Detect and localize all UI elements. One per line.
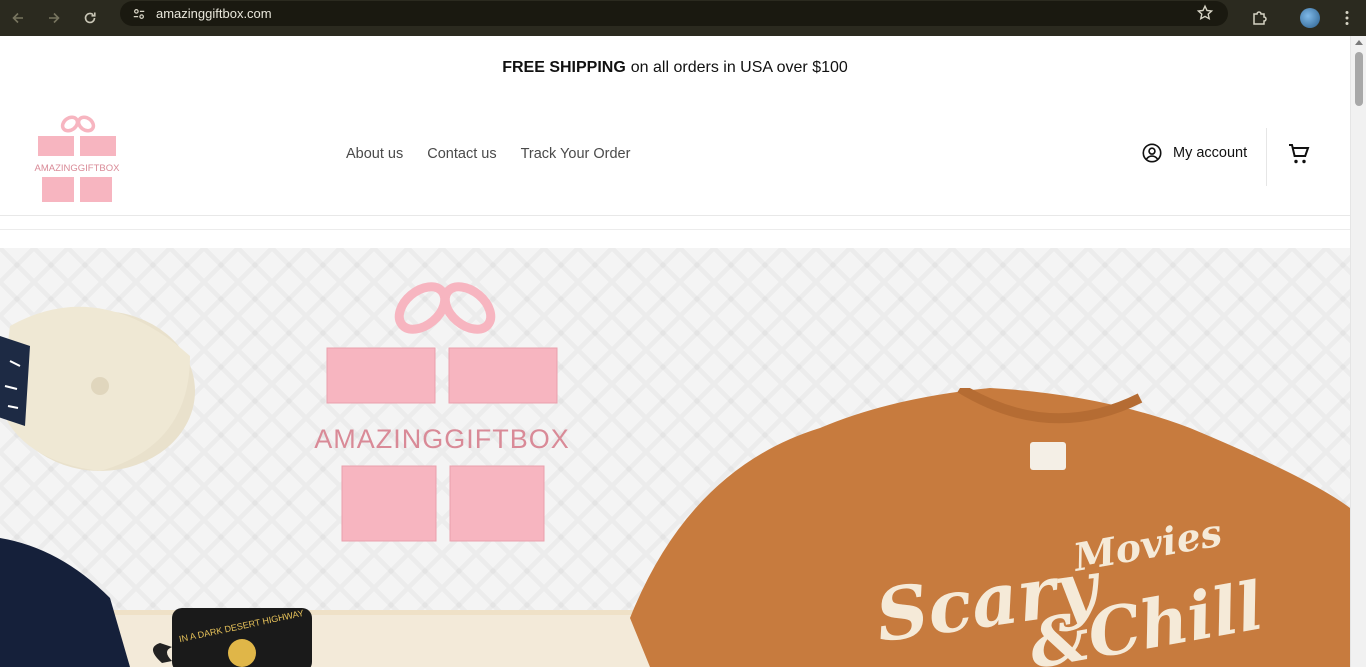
scroll-up-arrow[interactable] xyxy=(1355,40,1363,45)
address-bar[interactable]: amazinggiftbox.com xyxy=(120,1,1228,26)
nav-contact-us[interactable]: Contact us xyxy=(427,146,496,162)
header-divider xyxy=(1266,128,1267,186)
hero-shirt-image: Scary Movies &Chill xyxy=(630,388,1350,667)
profile-avatar[interactable] xyxy=(1300,8,1320,28)
header-subline xyxy=(0,216,1350,230)
browser-toolbar: amazinggiftbox.com xyxy=(0,0,1366,36)
site-settings-icon[interactable] xyxy=(128,3,150,25)
reload-icon xyxy=(84,12,96,24)
forward-icon xyxy=(49,12,60,24)
url-text: amazinggiftbox.com xyxy=(156,6,272,21)
hero-dark-shirt-image xyxy=(0,538,130,667)
bookmark-star-icon[interactable] xyxy=(1196,4,1214,22)
menu-dots-icon[interactable] xyxy=(1338,9,1356,27)
hero-cap-image xyxy=(0,306,195,471)
announcement-text: on all orders in USA over $100 xyxy=(630,59,848,76)
account-icon xyxy=(1142,143,1162,163)
nav-track-order[interactable]: Track Your Order xyxy=(521,146,631,162)
page-scrollbar[interactable] xyxy=(1350,36,1366,667)
cart-icon[interactable] xyxy=(1287,142,1311,166)
hero-logo-text: AMAZINGGIFTBOX xyxy=(314,424,570,454)
main-navigation: About us Contact us Track Your Order xyxy=(346,146,630,162)
back-button[interactable] xyxy=(0,0,36,36)
my-account-link[interactable]: My account xyxy=(1141,142,1247,164)
web-page: FREE SHIPPING on all orders in USA over … xyxy=(0,36,1350,667)
site-logo[interactable]: AMAZINGGIFTBOX xyxy=(34,114,122,204)
nav-about-us[interactable]: About us xyxy=(346,146,403,162)
scroll-thumb[interactable] xyxy=(1355,52,1363,106)
back-icon xyxy=(12,12,23,24)
logo-text: AMAZINGGIFTBOX xyxy=(35,163,121,174)
hero-logo: AMAZINGGIFTBOX xyxy=(314,282,570,542)
my-account-label: My account xyxy=(1173,145,1248,161)
hero-mug-image: IN A DARK DESERT HIGHWAY xyxy=(152,608,312,667)
site-header: AMAZINGGIFTBOX About us Contact us Track… xyxy=(0,100,1350,216)
announcement-bold: FREE SHIPPING xyxy=(502,59,626,76)
extensions-icon[interactable] xyxy=(1250,8,1270,28)
announcement-bar: FREE SHIPPING on all orders in USA over … xyxy=(0,36,1350,100)
reload-button[interactable] xyxy=(72,0,108,36)
hero-banner[interactable]: AMAZINGGIFTBOX IN A DARK DESERT HIGHWAY … xyxy=(0,248,1350,667)
forward-button[interactable] xyxy=(36,0,72,36)
